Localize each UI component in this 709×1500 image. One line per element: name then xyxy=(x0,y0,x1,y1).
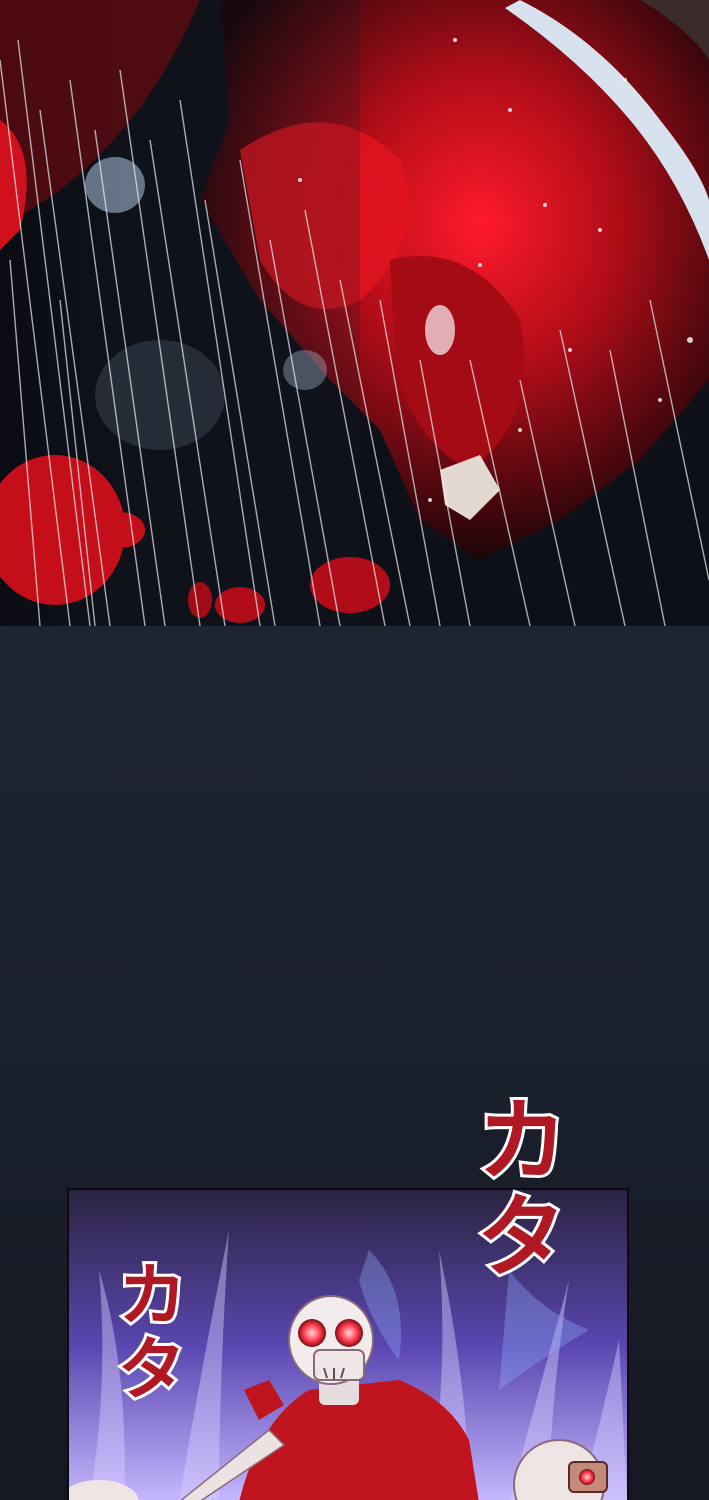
sfx-kata-small: カタ xyxy=(103,1255,191,1409)
panel-blood-rain xyxy=(0,0,709,626)
blood-rain-illustration xyxy=(0,0,709,626)
sfx-kata-large: カタ xyxy=(458,1089,571,1287)
comic-page: カタ カタ xyxy=(0,0,709,1500)
